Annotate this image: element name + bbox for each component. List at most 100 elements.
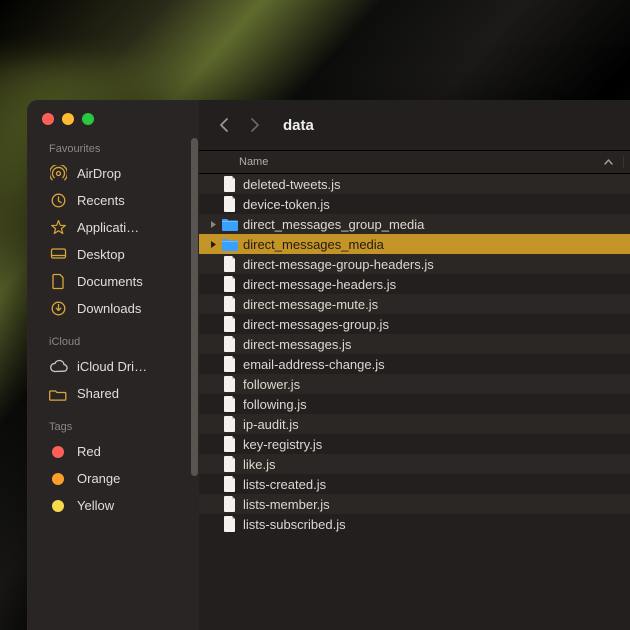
apps-icon xyxy=(50,219,67,236)
file-icon xyxy=(221,276,239,292)
file-date: 17/01/24 xyxy=(623,437,630,451)
sidebar-item-label: Orange xyxy=(77,471,120,486)
folder-icon xyxy=(221,238,239,251)
file-row[interactable]: like.js17/01/24 xyxy=(199,454,630,474)
close-window-button[interactable] xyxy=(42,113,54,125)
file-row[interactable]: direct-messages.js17/01/24 xyxy=(199,334,630,354)
file-icon xyxy=(221,356,239,372)
file-row[interactable]: lists-subscribed.js17/01/24 xyxy=(199,514,630,534)
sidebar-item[interactable]: Orange xyxy=(27,465,199,492)
file-name: key-registry.js xyxy=(239,437,623,452)
file-name: direct-message-mute.js xyxy=(239,297,623,312)
desktop-icon xyxy=(50,246,67,263)
file-name: email-address-change.js xyxy=(239,357,623,372)
file-row[interactable]: direct-messages-group.js17/01/24 xyxy=(199,314,630,334)
file-icon xyxy=(221,516,239,532)
sidebar-item[interactable]: Recents xyxy=(27,187,199,214)
file-name: device-token.js xyxy=(239,197,623,212)
sidebar-item-label: Red xyxy=(77,444,101,459)
minimize-window-button[interactable] xyxy=(62,113,74,125)
file-date: 17/01/24 xyxy=(623,317,630,331)
file-date: 17/01/24 xyxy=(623,277,630,291)
file-date: 17/01/24 xyxy=(623,337,630,351)
file-row[interactable]: following.js17/01/24 xyxy=(199,394,630,414)
file-date: 17/01/24 xyxy=(623,357,630,371)
downloads-icon xyxy=(50,300,67,317)
forward-button[interactable] xyxy=(243,113,265,137)
file-name: direct-messages-group.js xyxy=(239,317,623,332)
tag-color-icon xyxy=(52,446,64,458)
sidebar-section-label: Favourites xyxy=(27,143,199,160)
file-row[interactable]: device-token.js17/01/24 xyxy=(199,194,630,214)
file-date: 17/01/24 xyxy=(623,377,630,391)
file-row[interactable]: email-address-change.js17/01/24 xyxy=(199,354,630,374)
file-name: deleted-tweets.js xyxy=(239,177,623,192)
sidebar-item[interactable]: iCloud Dri… xyxy=(27,353,199,380)
file-row[interactable]: direct-message-mute.js17/01/24 xyxy=(199,294,630,314)
sidebar-item[interactable]: Applicati… xyxy=(27,214,199,241)
sidebar-item[interactable]: Yellow xyxy=(27,492,199,519)
file-icon xyxy=(221,296,239,312)
shared-icon xyxy=(49,386,67,401)
finder-window: FavouritesAirDrop Recents Applicati… Deskto… xyxy=(27,100,630,630)
sidebar-item[interactable]: Red xyxy=(27,438,199,465)
column-date[interactable]: Date…ified xyxy=(623,156,630,168)
file-icon xyxy=(221,196,239,212)
file-date: 17/01/24 xyxy=(623,457,630,471)
back-button[interactable] xyxy=(213,113,235,137)
file-date: 17/01/24 xyxy=(623,217,630,231)
file-icon xyxy=(221,416,239,432)
file-name: lists-created.js xyxy=(239,477,623,492)
cloud-icon xyxy=(49,359,68,374)
toolbar: data xyxy=(199,100,630,150)
sidebar-item[interactable]: AirDrop xyxy=(27,160,199,187)
file-date: 17/01/24 xyxy=(623,417,630,431)
docs-icon xyxy=(51,273,66,290)
sidebar-item[interactable]: Documents xyxy=(27,268,199,295)
file-row[interactable]: ip-audit.js17/01/24 xyxy=(199,414,630,434)
recents-icon xyxy=(50,192,67,209)
file-row[interactable]: follower.js17/01/24 xyxy=(199,374,630,394)
file-icon xyxy=(221,176,239,192)
file-row[interactable]: key-registry.js17/01/24 xyxy=(199,434,630,454)
file-date: 17/01/24 xyxy=(623,297,630,311)
file-date: 17/01/24 xyxy=(623,237,630,251)
tag-color-icon xyxy=(52,500,64,512)
file-list[interactable]: deleted-tweets.js17/01/24device-token.js… xyxy=(199,174,630,630)
file-icon xyxy=(221,456,239,472)
sidebar-item-label: Applicati… xyxy=(77,220,139,235)
disclosure-triangle-icon[interactable] xyxy=(205,220,221,229)
file-row[interactable]: direct-message-headers.js17/01/24 xyxy=(199,274,630,294)
file-icon xyxy=(221,496,239,512)
sidebar-item-label: Recents xyxy=(77,193,125,208)
sidebar-item[interactable]: Desktop xyxy=(27,241,199,268)
sidebar-section-label: iCloud xyxy=(27,336,199,353)
sidebar-item-label: Shared xyxy=(77,386,119,401)
sidebar-item-label: iCloud Dri… xyxy=(77,359,147,374)
folder-row[interactable]: direct_messages_media17/01/24 xyxy=(199,234,630,254)
sidebar-item-label: Yellow xyxy=(77,498,114,513)
file-row[interactable]: lists-created.js17/01/24 xyxy=(199,474,630,494)
sidebar-item[interactable]: Downloads xyxy=(27,295,199,322)
file-row[interactable]: lists-member.js17/01/24 xyxy=(199,494,630,514)
window-title: data xyxy=(283,117,314,134)
file-date: 17/01/24 xyxy=(623,497,630,511)
file-name: lists-member.js xyxy=(239,497,623,512)
sidebar-item-label: Documents xyxy=(77,274,143,289)
file-row[interactable]: deleted-tweets.js17/01/24 xyxy=(199,174,630,194)
file-icon xyxy=(221,396,239,412)
file-date: 17/01/24 xyxy=(623,517,630,531)
file-date: 17/01/24 xyxy=(623,477,630,491)
sidebar-item[interactable]: Shared xyxy=(27,380,199,407)
file-row[interactable]: direct-message-group-headers.js17/01/24 xyxy=(199,254,630,274)
file-date: 17/01/24 xyxy=(623,257,630,271)
file-icon xyxy=(221,376,239,392)
disclosure-triangle-icon[interactable] xyxy=(205,240,221,249)
file-date: 17/01/24 xyxy=(623,397,630,411)
folder-row[interactable]: direct_messages_group_media17/01/24 xyxy=(199,214,630,234)
file-name: direct_messages_media xyxy=(239,237,623,252)
file-name: direct-message-headers.js xyxy=(239,277,623,292)
sidebar-scrollbar[interactable] xyxy=(191,138,198,476)
fullscreen-window-button[interactable] xyxy=(82,113,94,125)
column-name[interactable]: Name xyxy=(199,156,623,168)
